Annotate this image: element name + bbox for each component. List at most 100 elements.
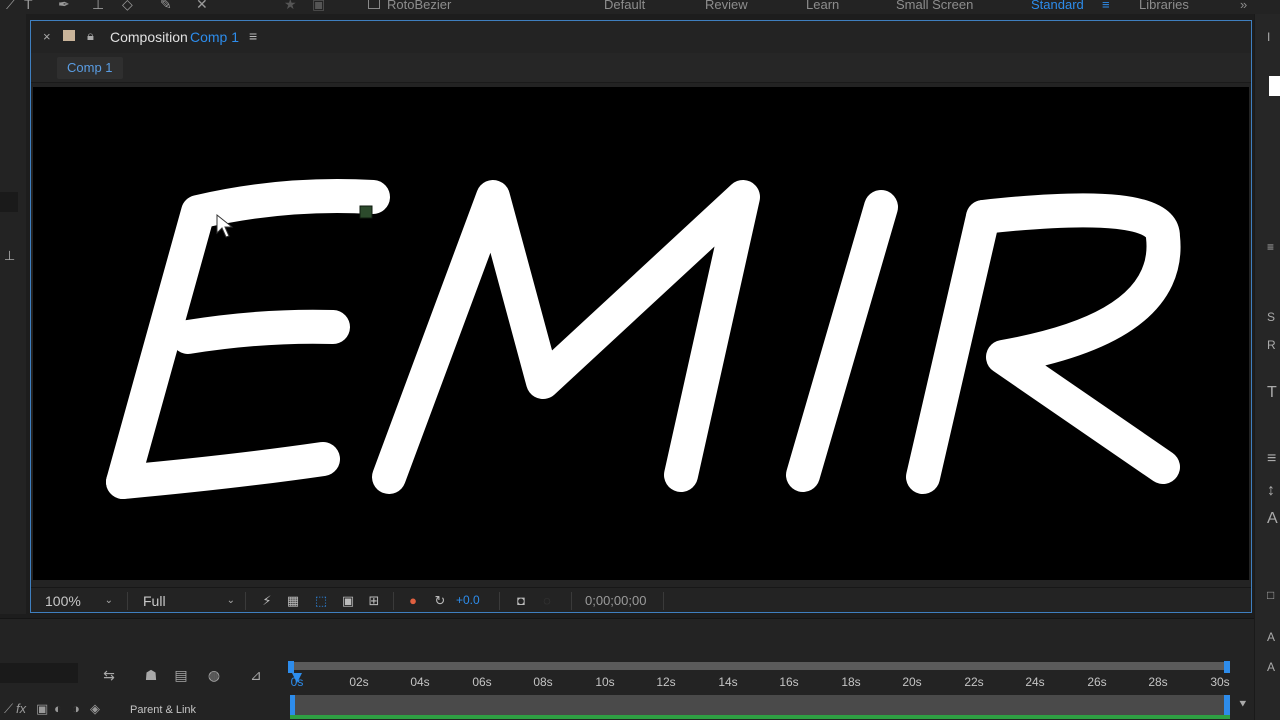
video-switch-icon[interactable]: ⟋ [4,701,13,717]
magnification-dropdown[interactable]: 100% ⌄ [45,591,117,611]
chevron-down-icon: ⌄ [104,595,113,606]
type-tool-icon[interactable]: T [24,0,33,12]
workspace-learn[interactable]: Learn [806,0,839,12]
workspace-standard[interactable]: Standard [1031,0,1084,12]
work-area-bar[interactable] [290,662,1230,670]
time-ruler-tick: 12s [656,675,676,689]
time-ruler-tick: 22s [964,675,984,689]
letter-r-bowl [966,193,1181,484]
grid-guides-icon[interactable]: ⊞ [366,593,382,609]
exposure-value[interactable]: +0.0 [456,593,480,607]
time-ruler-tick: 18s [841,675,861,689]
eraser-tool-icon[interactable]: ◇ [122,0,133,13]
graph-editor-icon[interactable]: ⊿ [247,667,265,683]
transparency-grid-icon[interactable]: ▦ [285,593,301,609]
comp-marker-icon[interactable]: ⯆ [1238,697,1248,712]
work-area-end-handle[interactable] [1224,661,1230,673]
layer-track-area[interactable] [290,695,1230,715]
letter-m-stroke [372,180,760,494]
workspace-small-screen[interactable]: Small Screen [896,0,973,12]
time-ruler-tick: 08s [533,675,553,689]
mask-visibility-icon[interactable]: ⬚ [313,593,329,609]
hierarchy-icon[interactable]: ⊥ [4,248,15,264]
current-time-display[interactable]: 0;00;00;00 [585,593,646,608]
reset-exposure-icon[interactable]: ↻ [432,593,448,609]
letter-e-bottom [106,442,340,499]
lock-icon[interactable]: 🔒︎ [87,28,94,44]
time-ruler-tick: 24s [1025,675,1045,689]
workspace-review[interactable]: Review [705,0,748,12]
panel-title-comp[interactable]: Comp 1 [190,29,239,45]
layer-switch-icons: ⟋ fx ▣ ◐ ◑ ◈ [0,701,120,719]
star-icon[interactable]: ★ [284,0,297,13]
collapse-icon[interactable]: ▣ [36,701,48,717]
color-swatch[interactable] [1269,76,1280,96]
right-panel-icon[interactable]: □ [1267,588,1274,602]
right-panel-icon[interactable]: R [1267,338,1276,352]
snapshot-icon[interactable]: ◘ [513,593,529,609]
top-toolbar: ⟋ T ✒ ⊥ ◇ ✎ ✕ ★ ▣ RotoBezier Default Rev… [0,0,1280,14]
roto-brush-tool-icon[interactable]: ✎ [160,0,172,13]
draft-3d-icon[interactable]: ⇆ [100,667,118,683]
hand-tool-icon[interactable]: ⟋ [6,0,16,13]
panel-menu-icon[interactable]: ≡ [249,28,257,44]
left-panel-field[interactable] [0,192,18,212]
chevron-down-icon: ⌄ [226,595,235,606]
show-snapshot-icon[interactable]: ◌ [539,593,555,609]
snapping-icon[interactable]: ▣ [312,0,325,13]
leading-icon[interactable]: ↕ [1267,482,1275,500]
composition-viewer[interactable] [33,87,1249,580]
left-panel-edge: ⊥ [0,14,26,614]
clone-stamp-tool-icon[interactable]: ⊥ [92,0,104,13]
motion-blur-switch-icon[interactable]: ◐ [54,701,62,716]
resolution-dropdown[interactable]: Full ⌄ [143,591,239,611]
motion-blur-icon[interactable]: ◍ [205,667,223,683]
region-of-interest-icon[interactable]: ▣ [340,593,356,609]
viewer-footer: 100% ⌄ Full ⌄ ⚡ ▦ ⬚ ▣ ⊞ ● ↻ +0.0 ◘ ◌ 0;0… [31,587,1251,612]
workspace-menu-icon[interactable]: ≡ [1102,0,1110,12]
rotobezier-checkbox[interactable] [368,0,380,9]
workspace-default[interactable]: Default [604,0,645,12]
right-panel-icon[interactable]: ≡ [1267,240,1274,254]
comp-tab-bar: Comp 1 [31,53,1251,83]
composition-panel: × 🔒︎ Composition Comp 1 ≡ Comp 1 100% ⌄ … [30,20,1252,613]
time-ruler-tick: 26s [1087,675,1107,689]
close-panel-icon[interactable]: × [43,29,51,44]
right-panel-icon[interactable]: A [1267,630,1275,644]
letter-e-middle [171,309,350,354]
channel-rgb-icon[interactable]: ● [405,593,421,609]
emir-artwork [106,179,1181,499]
fast-previews-icon[interactable]: ⚡ [259,593,275,609]
right-panel-icon[interactable]: S [1267,310,1275,324]
paragraph-align-icon[interactable]: ≡ [1267,450,1276,468]
composition-icon [63,30,75,41]
fx-icon[interactable]: fx [16,701,26,716]
time-ruler-tick: 0s [290,675,304,689]
right-panel-label: I [1267,30,1271,44]
layer-search-input[interactable] [0,663,78,683]
panel-header: × 🔒︎ Composition Comp 1 ≡ [31,21,1251,53]
right-panel-edge: I ≡ S R T ≡ ↕ A □ A A [1254,14,1280,720]
tab-comp-1[interactable]: Comp 1 [57,57,123,79]
parent-link-header[interactable]: Parent & Link [130,704,196,716]
time-ruler-tick: 04s [410,675,430,689]
frame-blending-icon[interactable]: ▤ [172,667,190,683]
timeline-panel: ⇆ ☗ ▤ ◍ ⊿ ⟋ fx ▣ ◐ ◑ ◈ Parent & Link ⯆ 0… [0,618,1254,720]
shy-layers-icon[interactable]: ☗ [142,667,160,683]
right-panel-icon[interactable]: A [1267,660,1275,674]
3d-layer-icon[interactable]: ◈ [90,701,100,717]
puppet-tool-icon[interactable]: ✕ [196,0,208,13]
resolution-value: Full [143,593,166,609]
adjustment-icon[interactable]: ◑ [72,701,80,716]
time-ruler-tick: 02s [349,675,369,689]
overflow-chevron-icon[interactable]: » [1240,0,1247,12]
pen-tool-icon[interactable]: ✒ [58,0,70,13]
workspace-libraries[interactable]: Libraries [1139,0,1189,12]
work-area-start-handle[interactable] [288,661,294,673]
vertex-handle [359,205,373,219]
panel-title: Composition [110,29,188,45]
work-area-range [290,715,1230,719]
rotobezier-label: RotoBezier [387,0,452,12]
tracking-icon[interactable]: A [1267,510,1278,528]
text-tool-icon[interactable]: T [1267,384,1277,402]
